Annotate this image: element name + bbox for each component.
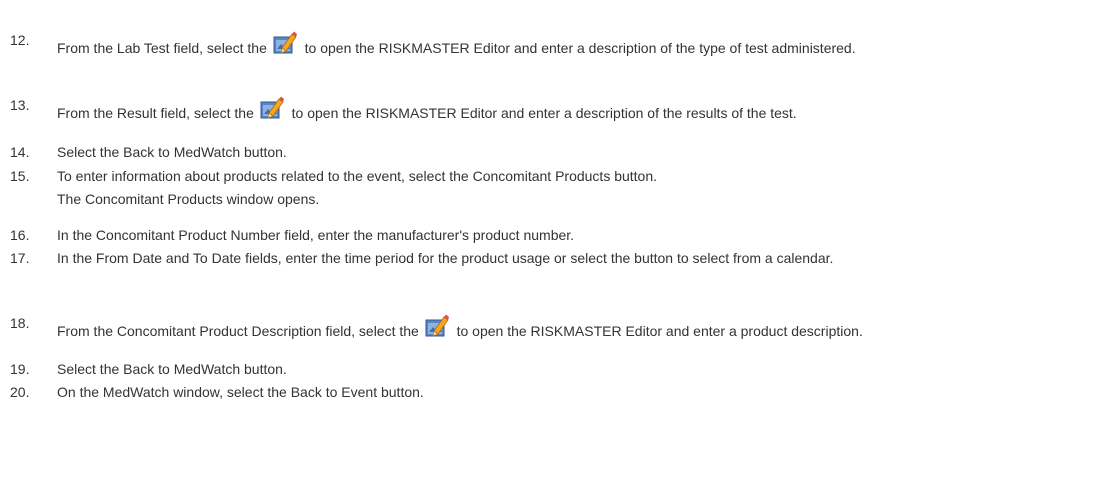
step-text: On the MedWatch window, select the Back … xyxy=(57,384,424,400)
step-number: 12. xyxy=(10,32,30,48)
step-text: In the Concomitant Product Number field,… xyxy=(57,227,575,243)
step-text: Select the Back to MedWatch button. xyxy=(57,361,287,377)
document-page: { "steps": [ { "number": "12.", "before"… xyxy=(0,0,1099,499)
step-text-before: From the Result field, select the xyxy=(57,105,254,121)
step-text: From the Lab Test field, select the to o… xyxy=(57,31,1092,57)
step-number: 16. xyxy=(10,227,30,243)
step-text: In the From Date and To Date fields, ent… xyxy=(57,250,834,266)
step-text: From the Result field, select the to ope… xyxy=(57,96,1092,122)
step-number: 19. xyxy=(10,361,30,377)
step-number: 14. xyxy=(10,144,30,160)
step-text: Select the Back to MedWatch button. xyxy=(57,144,287,160)
riskmaster-editor-icon xyxy=(273,31,297,57)
riskmaster-editor-icon xyxy=(260,96,284,122)
step-text-after: to open the RISKMASTER Editor and enter … xyxy=(300,40,856,56)
step-text: From the Concomitant Product Description… xyxy=(57,314,1092,340)
step-number: 13. xyxy=(10,97,30,113)
step-number: 15. xyxy=(10,168,30,184)
step-number: 18. xyxy=(10,315,30,331)
step-text-before: From the Lab Test field, select the xyxy=(57,40,267,56)
step-result: The Concomitant Products window opens. xyxy=(57,191,320,207)
step-text-after: to open the RISKMASTER Editor and enter … xyxy=(452,323,863,339)
step-number: 20. xyxy=(10,384,30,400)
step-number: 17. xyxy=(10,250,30,266)
riskmaster-editor-icon xyxy=(425,314,449,340)
step-text: To enter information about products rela… xyxy=(57,168,658,184)
step-text-after: to open the RISKMASTER Editor and enter … xyxy=(287,105,797,121)
step-text-before: From the Concomitant Product Description… xyxy=(57,323,419,339)
